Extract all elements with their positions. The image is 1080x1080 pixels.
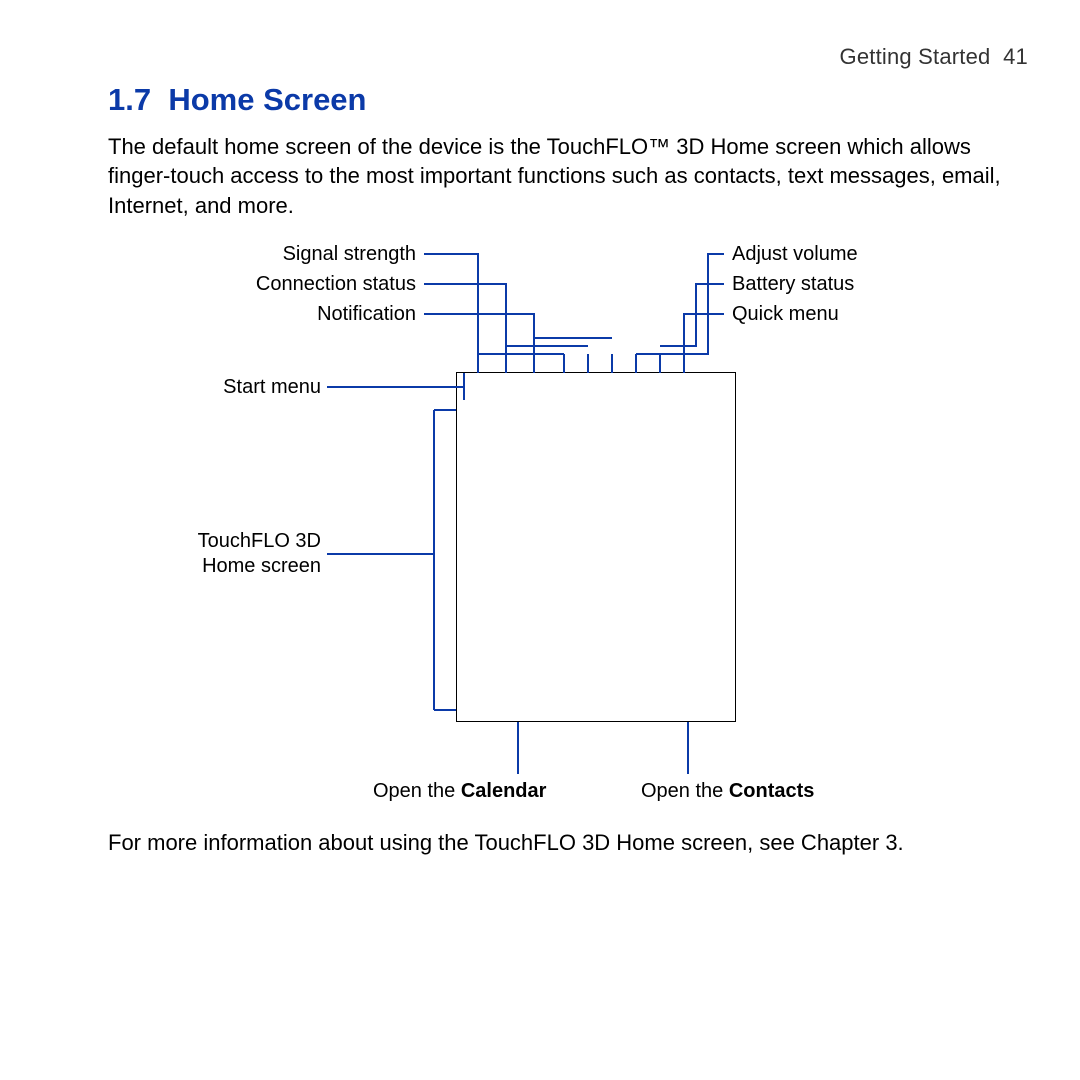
section-number: 1.7 [108,82,151,117]
label-open-calendar: Open the Calendar [373,780,546,803]
label-battery-status: Battery status [732,273,854,296]
label-notification: Notification [317,303,416,326]
running-header: Getting Started 41 [840,44,1028,70]
page-number: 41 [1003,44,1028,69]
chapter-name: Getting Started [840,44,991,69]
device-outline [456,372,736,722]
label-connection-status: Connection status [256,273,416,296]
section-title: Home Screen [168,82,366,117]
section-heading: 1.7 Home Screen [108,82,366,118]
label-adjust-volume: Adjust volume [732,243,858,266]
manual-page: Getting Started 41 1.7 Home Screen The d… [0,0,1080,1080]
label-start-menu: Start menu [223,376,321,399]
label-touchflo-line1: TouchFLO 3D [198,530,321,553]
label-open-contacts: Open the Contacts [641,780,814,803]
label-signal-strength: Signal strength [283,243,416,266]
label-quick-menu: Quick menu [732,303,839,326]
label-touchflo-line2: Home screen [202,555,321,578]
home-screen-diagram: Signal strength Connection status Notifi… [108,240,1028,810]
footer-paragraph: For more information about using the Tou… [108,828,1028,857]
intro-paragraph: The default home screen of the device is… [108,132,1028,220]
